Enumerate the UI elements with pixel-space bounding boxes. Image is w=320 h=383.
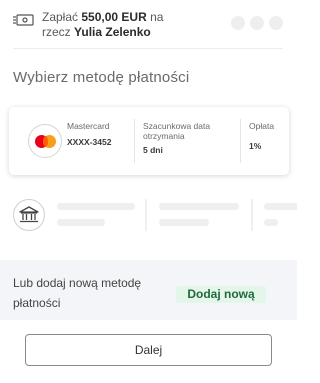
banknote-icon — [13, 14, 34, 26]
fee-info: Opłata 1% — [249, 121, 287, 151]
skeleton-divider — [145, 199, 147, 231]
fee-value: 1% — [249, 141, 262, 151]
payment-method-card[interactable]: Mastercard XXXX-3452 Szacunkowa data otr… — [9, 107, 289, 175]
add-payment-method-section: Lub dodaj nową metodę płatności Dodaj no… — [0, 260, 297, 320]
add-method-text: Lub dodaj nową metodę płatności — [13, 276, 142, 310]
bank-method-placeholder-row[interactable] — [0, 192, 297, 238]
card-number: XXXX-3452 — [67, 137, 112, 147]
payment-summary-header: Zapłać 550,00 EUR na rzecz Yulia Zelenko — [0, 0, 297, 48]
header-divider — [13, 48, 283, 49]
skeleton-divider — [251, 199, 253, 231]
card-divider — [240, 119, 241, 163]
skeleton-line — [159, 203, 239, 210]
fee-label: Opłata — [249, 121, 275, 131]
bank-icon — [13, 199, 45, 231]
skeleton-line — [57, 203, 135, 210]
payment-amount-text: Zapłać 550,00 EUR na rzecz Yulia Zelenko — [42, 10, 164, 39]
dot-placeholder — [250, 16, 264, 30]
dot-placeholder — [231, 16, 245, 30]
next-button[interactable]: Dalej — [25, 334, 272, 366]
payment-amount: 550,00 EUR — [81, 10, 147, 24]
eta-value: 5 dni — [143, 145, 163, 155]
dot-placeholder — [269, 16, 283, 30]
loading-dots — [231, 16, 283, 30]
section-title: Wybierz metodę płatności — [13, 69, 190, 86]
eta-info: Szacunkowa data otrzymania 5 dni — [143, 121, 235, 155]
skeleton-line — [264, 203, 297, 210]
skeleton-line — [57, 219, 105, 226]
skeleton-line — [159, 219, 209, 226]
skeleton-line — [264, 219, 278, 226]
eta-label: Szacunkowa data otrzymania — [143, 121, 211, 141]
add-new-button[interactable]: Dodaj nową — [176, 286, 266, 303]
card-divider — [134, 119, 135, 163]
mastercard-logo — [28, 124, 62, 158]
recipient-name: Yulia Zelenko — [74, 25, 151, 39]
card-info: Mastercard XXXX-3452 — [67, 121, 131, 147]
card-brand: Mastercard — [67, 121, 110, 131]
